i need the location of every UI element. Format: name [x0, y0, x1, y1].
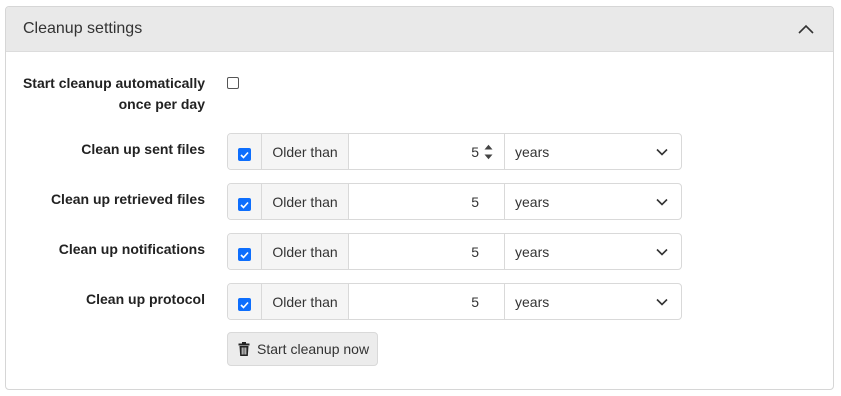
sent-files-input-group: Older than 5 years — [227, 133, 682, 170]
notifications-prefix: Older than — [262, 234, 349, 269]
notifications-input-group: Older than 5 years — [227, 233, 682, 270]
sent-files-checkbox-addon — [228, 134, 262, 169]
auto-cleanup-checkbox[interactable] — [227, 77, 239, 89]
retrieved-files-unit: years — [515, 193, 550, 210]
protocol-number-input[interactable]: 5 — [349, 284, 505, 319]
sent-files-value: 5 — [471, 143, 479, 160]
notifications-value: 5 — [471, 243, 479, 260]
checkmark-icon — [240, 301, 249, 309]
retrieved-files-label: Clean up retrieved files — [50, 191, 205, 207]
start-cleanup-label: Start cleanup now — [257, 341, 370, 357]
protocol-unit-select[interactable]: years — [505, 284, 681, 319]
notifications-label: Clean up notifications — [58, 241, 205, 257]
checkmark-icon — [240, 201, 249, 209]
protocol-checkbox-addon — [228, 284, 262, 319]
panel-title: Cleanup settings — [23, 20, 143, 37]
trash-icon — [238, 342, 250, 356]
sent-files-prefix: Older than — [262, 134, 349, 169]
sent-files-number-input[interactable]: 5 — [349, 134, 505, 169]
protocol-unit: years — [515, 293, 550, 310]
checkmark-icon — [240, 251, 249, 259]
sent-files-unit: years — [515, 143, 550, 160]
protocol-checkbox[interactable] — [238, 298, 251, 311]
panel-header[interactable]: Cleanup settings — [6, 7, 833, 52]
retrieved-files-input-group: Older than 5 years — [227, 183, 682, 220]
protocol-input-group: Older than 5 years — [227, 283, 682, 320]
sent-files-checkbox[interactable] — [238, 148, 251, 161]
chevron-down-icon — [656, 248, 668, 256]
sent-files-unit-select[interactable]: years — [505, 134, 681, 169]
number-spinner-icon[interactable] — [484, 144, 493, 160]
retrieved-files-checkbox-addon — [228, 184, 262, 219]
chevron-up-icon[interactable] — [793, 16, 819, 42]
notifications-checkbox-addon — [228, 234, 262, 269]
auto-cleanup-label-line2: once per day — [118, 96, 205, 112]
cleanup-settings-panel: Cleanup settings Start cleanup automatic… — [5, 6, 834, 390]
protocol-value: 5 — [471, 293, 479, 310]
checkmark-icon — [240, 151, 249, 159]
retrieved-files-unit-select[interactable]: years — [505, 184, 681, 219]
retrieved-files-value: 5 — [471, 193, 479, 210]
retrieved-files-prefix: Older than — [262, 184, 349, 219]
retrieved-files-checkbox[interactable] — [238, 198, 251, 211]
auto-cleanup-label-line1: Start cleanup automatically — [22, 75, 205, 91]
chevron-down-icon — [656, 198, 668, 206]
retrieved-files-number-input[interactable]: 5 — [349, 184, 505, 219]
sent-files-label: Clean up sent files — [81, 141, 205, 157]
auto-cleanup-label: Start cleanup automatically once per day — [23, 73, 205, 115]
start-cleanup-button[interactable]: Start cleanup now — [227, 332, 378, 366]
notifications-number-input[interactable]: 5 — [349, 234, 505, 269]
protocol-label: Clean up protocol — [86, 291, 205, 307]
chevron-down-icon — [656, 298, 668, 306]
notifications-checkbox[interactable] — [238, 248, 251, 261]
chevron-down-icon — [656, 148, 668, 156]
notifications-unit-select[interactable]: years — [505, 234, 681, 269]
protocol-prefix: Older than — [262, 284, 349, 319]
notifications-unit: years — [515, 243, 550, 260]
